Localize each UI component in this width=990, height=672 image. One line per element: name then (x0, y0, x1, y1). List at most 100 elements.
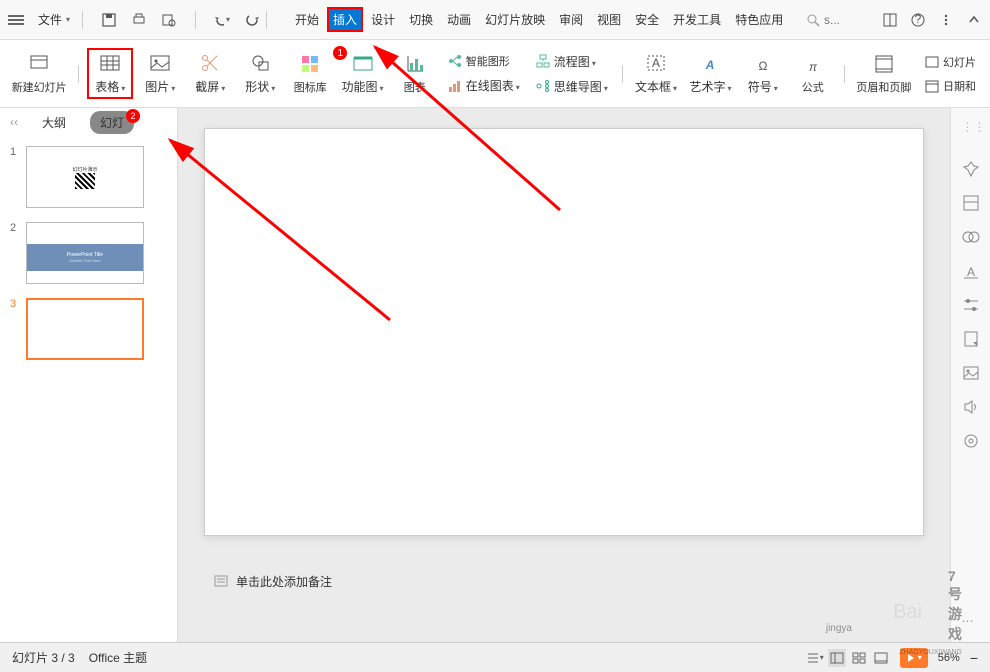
hamburger-menu[interactable] (8, 15, 24, 25)
thumb-item[interactable]: 2 PowerPoint TitleSubtitle Text Here (10, 222, 167, 284)
panel-tab-slides[interactable]: 幻灯 2 (90, 111, 134, 134)
tab-start[interactable]: 开始 (289, 7, 325, 32)
zoom-out-button[interactable]: − (970, 650, 978, 666)
file-label: 文件 (38, 11, 62, 28)
search-box[interactable] (800, 11, 870, 29)
thumb-num: 2 (10, 222, 20, 284)
icons-button[interactable]: 图标库 (287, 51, 333, 97)
shapes-button[interactable]: 形状▾ (237, 50, 283, 97)
note-panel-icon[interactable] (962, 330, 980, 348)
divider (622, 65, 623, 83)
thumb-num: 1 (10, 146, 20, 208)
wordart-button[interactable]: A 艺术字▾ (685, 50, 735, 97)
badge: 2 (126, 109, 140, 123)
online-chart-icon (448, 79, 462, 93)
mindmap-icon (536, 79, 550, 93)
scissors-icon (199, 52, 221, 74)
more-icon[interactable] (938, 12, 954, 28)
mindmap-button[interactable]: 思维导图▾ (530, 75, 614, 98)
help-icon[interactable]: ? (910, 12, 926, 28)
tab-view[interactable]: 视图 (591, 7, 627, 32)
tab-review[interactable]: 审阅 (553, 7, 589, 32)
datetime-button[interactable]: 日期和 (919, 75, 982, 97)
divider (82, 11, 83, 29)
funcimg-button[interactable]: 1 功能图▾ (337, 50, 387, 97)
slide-num-button[interactable]: 幻灯片 (919, 51, 982, 73)
svg-text:A: A (652, 56, 660, 70)
more-panel-icon[interactable]: ⋯ (962, 614, 980, 632)
thumb[interactable]: 幻灯片演示 (26, 146, 144, 208)
sorter-view-icon[interactable] (850, 649, 868, 667)
layout-panel-icon[interactable] (962, 194, 980, 212)
thumb[interactable] (26, 298, 144, 360)
svg-text:A: A (705, 58, 715, 72)
app-icon[interactable] (882, 12, 898, 28)
tab-design[interactable]: 设计 (365, 7, 401, 32)
sound-panel-icon[interactable] (962, 398, 980, 416)
new-slide-button[interactable]: 新建幻灯片 (8, 51, 70, 97)
theme-name: Office 主题 (89, 649, 147, 666)
flowchart-button[interactable]: 流程图▾ (530, 50, 614, 73)
thumb[interactable]: PowerPoint TitleSubtitle Text Here (26, 222, 144, 284)
smartart-button[interactable]: 智能图形 (442, 50, 526, 72)
wordart-icon: A (699, 52, 721, 74)
online-chart-button[interactable]: 在线图表▾ (442, 74, 526, 97)
divider (844, 65, 845, 83)
design-panel-icon[interactable] (962, 160, 980, 178)
panel-tab-outline[interactable]: 大纲 (32, 111, 76, 134)
slide-canvas[interactable] (204, 128, 924, 536)
tab-slideshow[interactable]: 幻灯片放映 (479, 7, 551, 32)
tab-security[interactable]: 安全 (629, 7, 665, 32)
file-menu[interactable]: 文件 ▾ (32, 7, 76, 32)
slide-count: 幻灯片 3 / 3 (12, 649, 75, 666)
objects-panel-icon[interactable] (962, 228, 980, 246)
image-panel-icon[interactable] (962, 364, 980, 382)
chart-button[interactable]: 图表 (392, 51, 438, 97)
text-panel-icon[interactable]: A (962, 262, 980, 280)
picture-button[interactable]: 图片▾ (137, 50, 183, 97)
reading-view-icon[interactable] (872, 649, 890, 667)
picture-icon (149, 52, 171, 74)
notes-input[interactable]: 单击此处添加备注 (198, 568, 930, 594)
tab-transition[interactable]: 切换 (403, 7, 439, 32)
divider (195, 11, 196, 29)
equation-button[interactable]: π 公式 (790, 51, 836, 97)
thumb-num: 3 (10, 298, 20, 360)
tab-animation[interactable]: 动画 (441, 7, 477, 32)
svg-text:?: ? (915, 12, 922, 26)
flowchart-icon (536, 54, 550, 68)
drag-handle-icon[interactable]: ⋮⋮ (962, 120, 980, 138)
symbol-icon: Ω (752, 52, 774, 74)
collapse-icon[interactable] (966, 12, 982, 28)
divider (266, 11, 267, 29)
screenshot-button[interactable]: 截屏▾ (187, 50, 233, 97)
textbox-button[interactable]: A 文本框▾ (631, 50, 681, 97)
symbol-button[interactable]: Ω 符号▾ (740, 50, 786, 97)
tab-insert[interactable]: 插入 (327, 7, 363, 32)
tab-featured[interactable]: 特色应用 (729, 7, 789, 32)
funcimg-icon (352, 52, 374, 74)
calendar-icon (925, 79, 939, 93)
thumb-item[interactable]: 1 幻灯片演示 (10, 146, 167, 208)
collapse-panel-icon[interactable]: ‹‹ (10, 115, 18, 129)
table-button[interactable]: 表格▾ (87, 48, 133, 99)
notes-icon (214, 574, 228, 588)
shapes-icon (249, 52, 271, 74)
thumb-item[interactable]: 3 (10, 298, 167, 360)
badge: 1 (333, 46, 347, 60)
chevron-down-icon: ▾ (66, 15, 70, 24)
textbox-icon: A (645, 52, 667, 74)
settings-panel-icon[interactable] (962, 432, 980, 450)
tab-devtools[interactable]: 开发工具 (667, 7, 727, 32)
print-preview-icon[interactable] (161, 12, 177, 28)
print-icon[interactable] (131, 12, 147, 28)
undo-icon[interactable]: ▾ (214, 12, 230, 28)
svg-text:Ω: Ω (758, 59, 767, 73)
adjust-panel-icon[interactable] (962, 296, 980, 314)
search-input[interactable] (824, 13, 864, 27)
view-menu-icon[interactable]: ▾ (806, 649, 824, 667)
save-icon[interactable] (101, 12, 117, 28)
redo-icon[interactable] (244, 12, 260, 28)
header-footer-button[interactable]: 页眉和页脚 (853, 51, 915, 97)
normal-view-icon[interactable] (828, 649, 846, 667)
